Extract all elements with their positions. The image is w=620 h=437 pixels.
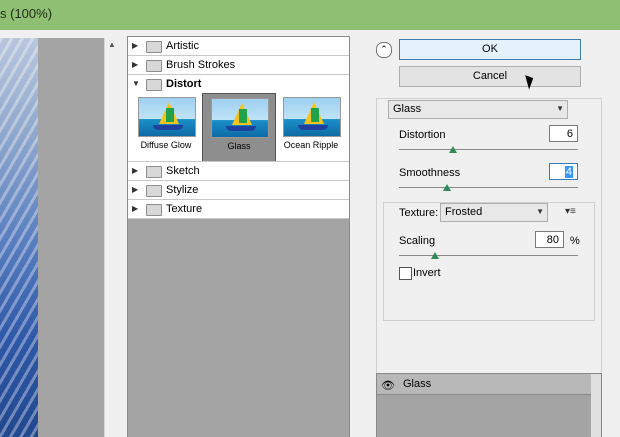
- folder-icon: [146, 166, 162, 178]
- cancel-button[interactable]: Cancel: [399, 66, 581, 87]
- folder-icon: [146, 185, 162, 197]
- collapse-arrow-icon[interactable]: ▼: [132, 79, 140, 88]
- folder-distort[interactable]: ▼ Distort: [128, 75, 349, 93]
- layer-name: Glass: [403, 378, 432, 390]
- thumb-caption: Ocean Ripple: [283, 140, 339, 150]
- expand-arrow-icon[interactable]: ▶: [132, 41, 138, 50]
- layers-scrollbar[interactable]: [591, 374, 601, 437]
- smoothness-slider-track[interactable]: [399, 187, 578, 188]
- preview-canvas-background: [38, 38, 104, 437]
- open-folder-icon: [146, 79, 162, 91]
- scaling-input[interactable]: 80: [535, 231, 564, 248]
- filter-thumb-glass[interactable]: Glass: [202, 93, 276, 169]
- distortion-input[interactable]: 6: [549, 125, 578, 142]
- image-preview[interactable]: [0, 38, 38, 437]
- invert-label: Invert: [413, 267, 441, 279]
- ok-button[interactable]: OK: [399, 39, 581, 60]
- chevron-down-icon: ▼: [556, 104, 564, 113]
- smoothness-slider-knob[interactable]: [443, 184, 452, 191]
- chevron-down-icon: ▼: [536, 207, 544, 216]
- invert-checkbox[interactable]: [399, 267, 412, 280]
- folder-label: Distort: [166, 78, 202, 90]
- expand-arrow-icon[interactable]: ▶: [132, 166, 138, 175]
- filter-thumb-diffuse-glow[interactable]: Diffuse Glow: [130, 93, 202, 167]
- folder-label: Stylize: [166, 184, 199, 196]
- folder-label: Sketch: [166, 165, 200, 177]
- thumb-caption: Glass: [227, 141, 251, 151]
- scaling-slider-knob[interactable]: [430, 252, 439, 259]
- expand-arrow-icon[interactable]: ▶: [132, 185, 138, 194]
- preview-scrollbar[interactable]: ▲: [104, 38, 119, 437]
- folder-label: Artistic: [166, 40, 199, 52]
- texture-menu-icon[interactable]: ▾≡: [565, 206, 576, 217]
- scaling-slider-track[interactable]: [399, 255, 578, 256]
- distortion-slider-knob[interactable]: [448, 146, 457, 153]
- glass-thumbnail: [211, 98, 269, 138]
- folder-texture[interactable]: ▶ Texture: [128, 200, 349, 219]
- scaling-label: Scaling: [399, 235, 436, 247]
- folder-icon: [146, 41, 162, 53]
- folder-brush-strokes[interactable]: ▶ Brush Strokes: [128, 56, 349, 75]
- texture-select[interactable]: Frosted ▼: [440, 203, 548, 222]
- ocean-ripple-thumbnail: [283, 97, 341, 137]
- texture-label: Texture:: [399, 207, 439, 219]
- distortion-slider-track[interactable]: [399, 149, 578, 150]
- filter-select[interactable]: Glass ▼: [388, 100, 568, 119]
- folder-icon: [146, 204, 162, 216]
- expand-arrow-icon[interactable]: ▶: [132, 60, 138, 69]
- folder-icon: [146, 60, 162, 72]
- scroll-up-icon[interactable]: ▲: [105, 40, 119, 49]
- folder-artistic[interactable]: ▶ Artistic: [128, 37, 349, 56]
- folder-label: Texture: [166, 203, 203, 215]
- distortion-label: Distortion: [399, 129, 446, 141]
- smoothness-input[interactable]: 4: [549, 163, 578, 180]
- smoothness-value: 4: [564, 166, 573, 178]
- texture-select-value: Frosted: [445, 206, 483, 218]
- filter-gallery-window: ▲ ▶ Artistic ▶ Brush Strokes ▼ Distort D…: [0, 30, 620, 437]
- folder-stylize[interactable]: ▶ Stylize: [128, 181, 349, 200]
- expand-arrow-icon[interactable]: ▶: [132, 204, 138, 213]
- scaling-unit: %: [570, 235, 580, 247]
- eye-visibility-icon[interactable]: 👁: [381, 379, 395, 392]
- smoothness-label: Smoothness: [399, 167, 461, 179]
- folder-label: Brush Strokes: [166, 59, 236, 71]
- diffuse-glow-thumbnail: [138, 97, 196, 137]
- thumb-caption: Diffuse Glow: [140, 140, 192, 150]
- filter-gallery-panel: ▶ Artistic ▶ Brush Strokes ▼ Distort Dif…: [127, 36, 350, 437]
- effect-layer-glass[interactable]: 👁 Glass: [377, 374, 591, 395]
- folder-sketch[interactable]: ▶ Sketch: [128, 161, 349, 181]
- filter-select-value: Glass: [393, 103, 422, 115]
- collapse-gallery-icon[interactable]: ⌃: [376, 42, 392, 58]
- effect-layers-panel: 👁 Glass: [376, 373, 602, 437]
- filter-thumb-ocean-ripple[interactable]: Ocean Ripple: [275, 93, 347, 167]
- title-bar: s (100%): [0, 0, 620, 30]
- window-title: s (100%): [0, 6, 53, 21]
